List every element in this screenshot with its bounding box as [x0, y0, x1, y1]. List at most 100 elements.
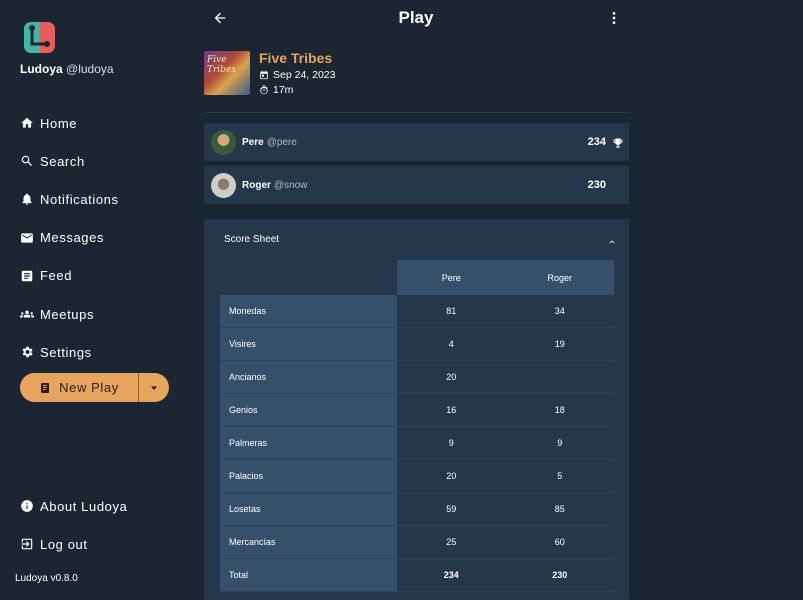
new-play-button[interactable]: New Play — [20, 373, 138, 402]
table-row: Palmeras 9 9 — [220, 427, 614, 460]
score-cell: 59 — [446, 504, 457, 514]
score-cell: 16 — [446, 405, 457, 415]
table-row: Mercancías 25 60 — [220, 526, 614, 559]
total-row: Total 234 230 — [220, 559, 614, 592]
nav-meetups[interactable]: Meetups — [20, 295, 119, 333]
row-label: Palmeras — [220, 427, 397, 459]
row-label: Ancianos — [220, 361, 397, 393]
table-row: Genios 16 18 — [220, 394, 614, 427]
score-cell: 85 — [554, 504, 565, 514]
row-label: Palacios — [220, 460, 397, 492]
nav-logout[interactable]: Log out — [20, 525, 127, 563]
header-spacer — [220, 260, 397, 295]
row-label: Losetas — [220, 493, 397, 525]
row-label: Total — [220, 559, 397, 591]
game-name[interactable]: Five Tribes — [259, 50, 332, 66]
nav-home-label: Home — [40, 115, 78, 131]
player-handle: @pere — [266, 136, 297, 148]
nav-notifications[interactable]: Notifications — [20, 180, 119, 218]
book-icon — [41, 382, 50, 393]
calendar-icon — [260, 70, 268, 80]
column-header-pere: Pere — [397, 260, 506, 295]
brand: Ludoya @ludoya — [20, 62, 114, 76]
score-cell: 25 — [446, 537, 457, 547]
nav-search-label: Search — [40, 153, 85, 169]
people-icon — [20, 310, 34, 318]
row-label: Mercancías — [220, 526, 397, 558]
divider — [204, 112, 629, 113]
app-version: Ludoya v0.8.0 — [15, 573, 78, 584]
page-title: Play — [398, 8, 434, 27]
player-score: 234 — [587, 136, 606, 148]
player-handle: @snow — [273, 179, 308, 191]
score-sheet-title[interactable]: Score Sheet — [224, 234, 279, 245]
play-duration: 17m — [259, 84, 293, 96]
caret-down-icon — [151, 385, 157, 390]
brand-name: Ludoya — [20, 62, 63, 76]
player-score: 230 — [587, 179, 606, 191]
play-date-text: Sep 24, 2023 — [273, 69, 336, 81]
nav-messages[interactable]: Messages — [20, 219, 119, 257]
more-menu-button[interactable] — [606, 10, 622, 26]
arrow-left-icon — [214, 12, 226, 24]
nav-feed-label: Feed — [40, 268, 73, 284]
brand-handle: @ludoya — [66, 62, 114, 76]
table-row: Monedas 81 34 — [220, 295, 614, 328]
nav-about-label: About Ludoya — [40, 498, 128, 514]
row-label: Visires — [220, 328, 397, 360]
score-cell: 18 — [554, 405, 565, 415]
ludoya-logo[interactable] — [24, 22, 55, 53]
table-row: Ancianos 20 — [220, 361, 614, 394]
nav-notifications-label: Notifications — [40, 191, 119, 207]
score-cell: 34 — [554, 306, 565, 316]
nav-settings[interactable]: Settings — [20, 333, 119, 371]
score-cell: 9 — [557, 438, 563, 448]
gear-icon — [22, 346, 33, 358]
new-play-dropdown[interactable] — [139, 373, 169, 402]
back-button[interactable] — [212, 10, 228, 26]
nav-home[interactable]: Home — [20, 104, 119, 142]
score-cell: 234 — [443, 570, 459, 580]
game-cover[interactable]: Five Tribes — [204, 51, 250, 95]
column-header-roger: Roger — [505, 260, 614, 295]
new-play-label: New Play — [59, 380, 119, 395]
search-icon — [21, 156, 32, 167]
table-row: Palacios 20 5 — [220, 460, 614, 493]
document-icon — [21, 270, 33, 282]
player-name: Roger — [242, 179, 271, 191]
score-sheet-panel: Score Sheet Pere Roger Monedas 81 34 Visire… — [204, 219, 629, 600]
player-row-roger[interactable]: Roger @snow 230 — [204, 166, 629, 204]
row-label: Monedas — [220, 295, 397, 327]
score-table-header: Pere Roger — [220, 260, 614, 295]
score-cell: 19 — [554, 339, 565, 349]
info-icon — [21, 500, 33, 512]
bell-icon — [22, 193, 32, 206]
mail-icon — [21, 232, 33, 243]
main-nav: Home Search Notifications Messages Feed … — [20, 104, 119, 371]
sidebar: Ludoya @ludoya Home Search Notifications… — [0, 0, 190, 600]
bottom-nav: About Ludoya Log out — [20, 487, 127, 563]
play-date: Sep 24, 2023 — [259, 69, 335, 81]
nav-about[interactable]: About Ludoya — [20, 487, 127, 525]
score-cell — [506, 361, 615, 393]
table-row: Visires 4 19 — [220, 328, 614, 361]
nav-logout-label: Log out — [40, 536, 88, 552]
table-row: Losetas 59 85 — [220, 493, 614, 526]
score-cell: 230 — [552, 570, 568, 580]
nav-meetups-label: Meetups — [40, 306, 95, 322]
chevron-up-icon — [609, 240, 615, 244]
nav-search[interactable]: Search — [20, 142, 119, 180]
score-cell: 20 — [446, 471, 457, 481]
home-icon — [21, 117, 33, 128]
nav-feed[interactable]: Feed — [20, 257, 119, 295]
nav-messages-label: Messages — [40, 230, 105, 246]
score-table: Pere Roger Monedas 81 34 Visires 4 19 Ancianos… — [220, 260, 614, 592]
play-duration-text: 17m — [273, 84, 294, 96]
timer-icon — [260, 85, 268, 95]
nav-settings-label: Settings — [40, 344, 92, 360]
collapse-button[interactable] — [607, 234, 617, 244]
new-play-split-button: New Play — [20, 373, 169, 402]
score-cell: 60 — [554, 537, 565, 547]
more-vertical-icon — [612, 12, 616, 24]
player-row-pere[interactable]: Pere @pere 234 — [204, 123, 629, 161]
